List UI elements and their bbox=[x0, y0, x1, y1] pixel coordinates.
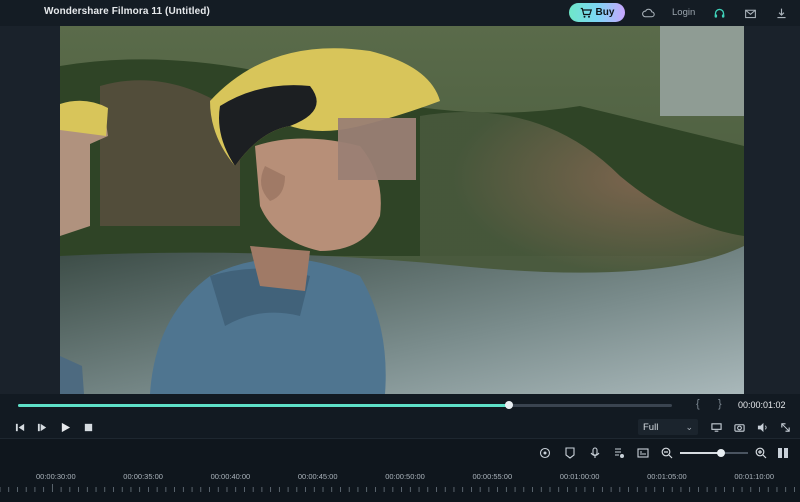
buy-button[interactable]: Buy bbox=[569, 3, 625, 22]
playback-controls: Full ⌄ bbox=[0, 416, 800, 438]
progress-handle[interactable] bbox=[504, 401, 513, 409]
cart-icon bbox=[580, 7, 592, 19]
stop-icon[interactable] bbox=[82, 421, 94, 433]
quality-value: Full bbox=[643, 421, 659, 433]
quality-select[interactable]: Full ⌄ bbox=[638, 419, 698, 435]
progress-fill bbox=[18, 404, 509, 407]
zoom-in-icon[interactable] bbox=[754, 446, 768, 460]
zoom-fill bbox=[680, 452, 721, 454]
volume-icon[interactable] bbox=[756, 421, 768, 433]
mark-in-button[interactable]: { bbox=[696, 398, 700, 410]
ruler-time-label: 00:00:45:00 bbox=[297, 472, 338, 481]
ruler-time-label: 00:00:35:00 bbox=[123, 472, 163, 481]
filmora-window: Wondershare Filmora 11 (Untitled) Buy Lo… bbox=[0, 0, 800, 502]
playback-progress-row: { } 00:00:01:02 bbox=[0, 394, 800, 416]
ruler-time-label: 00:00:55:00 bbox=[472, 472, 513, 481]
camera-icon[interactable] bbox=[733, 421, 745, 433]
microphone-icon[interactable] bbox=[588, 446, 602, 460]
ruler-time-label: 00:00:40:00 bbox=[210, 472, 251, 481]
timeline-ruler[interactable]: 00:00:30:00 00:00:35:00 00:00:40:00 00:00:4… bbox=[0, 466, 800, 502]
render-preview-icon[interactable] bbox=[538, 446, 552, 460]
download-icon[interactable] bbox=[774, 6, 788, 20]
play-frame-icon[interactable] bbox=[36, 421, 48, 433]
zoom-out-icon[interactable] bbox=[660, 446, 674, 460]
marker-icon[interactable] bbox=[563, 446, 577, 460]
ruler-time-label: 00:01:10:00 bbox=[734, 472, 775, 481]
mail-icon[interactable] bbox=[743, 6, 757, 20]
ruler-time-label: 00:01:00:00 bbox=[559, 472, 600, 481]
ruler-time-label: 00:01:05:00 bbox=[647, 472, 687, 481]
login-link[interactable]: Login bbox=[672, 7, 695, 18]
buy-label: Buy bbox=[595, 7, 615, 18]
monitor-icon[interactable] bbox=[710, 421, 722, 433]
cloud-icon[interactable] bbox=[641, 6, 655, 20]
current-timecode: 00:00:01:02 bbox=[738, 400, 786, 410]
video-frame-image bbox=[60, 26, 744, 394]
subtitle-icon[interactable] bbox=[636, 446, 650, 460]
mark-out-button[interactable]: } bbox=[718, 398, 722, 410]
panel-layout-icon[interactable] bbox=[776, 446, 790, 460]
ruler-time-label: 00:00:50:00 bbox=[385, 472, 425, 481]
video-preview[interactable] bbox=[60, 26, 744, 394]
window-title: Wondershare Filmora 11 (Untitled) bbox=[44, 6, 210, 17]
playback-progress-bar[interactable] bbox=[18, 401, 672, 409]
previous-frame-icon[interactable] bbox=[14, 421, 26, 433]
chevron-down-icon: ⌄ bbox=[685, 421, 693, 432]
play-icon[interactable] bbox=[59, 421, 71, 433]
headset-icon[interactable] bbox=[712, 6, 726, 20]
title-bar: Wondershare Filmora 11 (Untitled) Buy Lo… bbox=[0, 0, 800, 26]
ruler-time-label: 00:00:30:00 bbox=[36, 472, 76, 481]
audio-mixer-icon[interactable] bbox=[612, 446, 626, 460]
zoom-handle[interactable] bbox=[716, 449, 725, 457]
zoom-slider[interactable] bbox=[680, 449, 748, 457]
timeline-toolbar bbox=[0, 438, 800, 466]
ruler-ticks bbox=[0, 484, 800, 492]
fullscreen-icon[interactable] bbox=[779, 421, 791, 433]
